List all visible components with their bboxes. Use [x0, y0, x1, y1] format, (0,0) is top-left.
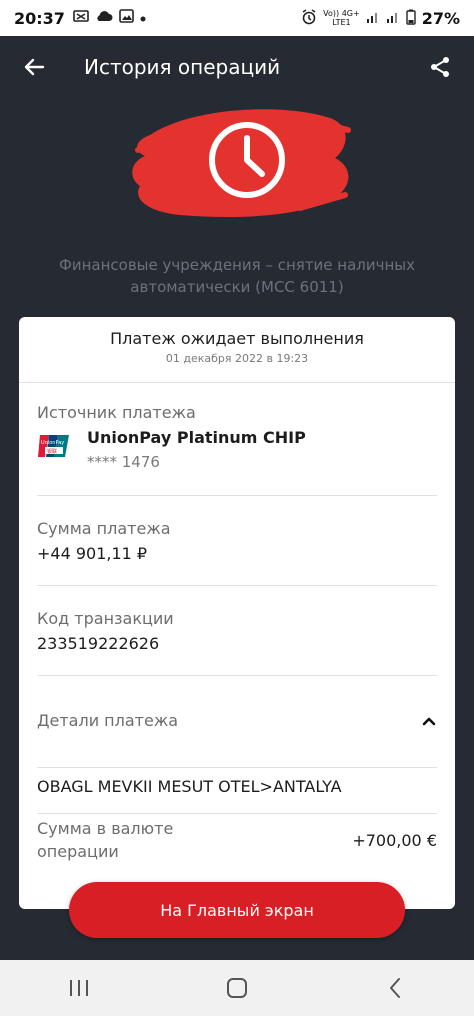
recent-apps-button[interactable]	[59, 968, 99, 1008]
divider	[37, 495, 437, 496]
transaction-label: Код транзакции	[37, 609, 174, 628]
share-button[interactable]	[426, 53, 454, 81]
app-header: История операций	[0, 36, 474, 98]
currency-section: Сумма в валюте операции +700,00 €	[37, 817, 437, 863]
svg-text:银联: 银联	[47, 448, 57, 455]
system-nav-bar	[0, 960, 474, 1016]
divider	[37, 813, 437, 814]
status-time: 20:37	[14, 8, 65, 28]
details-section: OBAGL MEVKII MESUT OTEL>ANTALYA	[37, 771, 437, 796]
details-toggle[interactable]: Детали платежа	[37, 711, 437, 730]
currency-label: Сумма в валюте операции	[37, 819, 174, 861]
status-bar: 20:37 Vo)) 4G+ LTE1 27%	[0, 0, 474, 36]
main-screen-button[interactable]: На Главный экран	[69, 882, 405, 938]
category-logo	[0, 90, 474, 240]
details-value: OBAGL MEVKII MESUT OTEL>ANTALYA	[37, 777, 342, 796]
divider	[37, 585, 437, 586]
network-label: Vo)) 4G+ LTE1	[323, 9, 360, 27]
source-label: Источник платежа	[37, 403, 196, 422]
amount-label: Сумма платежа	[37, 519, 171, 538]
signal-icon	[366, 10, 380, 27]
payment-status: Платеж ожидает выполнения	[110, 329, 364, 348]
payment-date: 01 декабря 2022 в 19:23	[165, 352, 309, 365]
chevron-up-icon	[422, 717, 436, 725]
dot-icon	[140, 11, 146, 26]
amount-value: +44 901,11 ₽	[37, 544, 148, 563]
card-header: Платеж ожидает выполнения 01 декабря 202…	[19, 317, 455, 383]
category-text: Финансовые учреждения – снятие наличных …	[58, 256, 416, 296]
network-bottom: LTE1	[332, 18, 351, 27]
unionpay-logo: UnionPay 银联	[38, 435, 69, 457]
back-button[interactable]	[20, 53, 48, 81]
divider	[37, 767, 437, 768]
details-label: Детали платежа	[37, 711, 179, 730]
battery-percent: 27%	[421, 8, 460, 28]
nav-back-icon	[390, 978, 400, 998]
back-arrow-icon	[24, 58, 45, 76]
signal-icon-2	[386, 10, 400, 27]
battery-icon	[406, 9, 416, 28]
notification-icon	[73, 9, 89, 27]
amount-section: Сумма платежа +44 901,11 ₽	[37, 519, 437, 563]
network-top: Vo)) 4G+	[323, 9, 360, 18]
cloud-icon	[95, 10, 113, 26]
nav-back-button[interactable]	[375, 968, 415, 1008]
status-icons-left	[73, 9, 146, 27]
alarm-icon	[301, 8, 317, 28]
gallery-icon	[119, 9, 134, 27]
svg-text:UnionPay: UnionPay	[41, 440, 64, 446]
status-icons-right: Vo)) 4G+ LTE1 27%	[301, 9, 460, 28]
divider	[37, 675, 437, 676]
recent-apps-icon	[70, 980, 88, 996]
page-title: История операций	[84, 55, 281, 79]
home-button[interactable]	[217, 968, 257, 1008]
source-section: Источник платежа UnionPay 银联 UnionPay Pl…	[37, 403, 437, 471]
source-card-name: UnionPay Platinum CHIP	[87, 428, 306, 447]
source-card-number: **** 1476	[87, 453, 160, 471]
transaction-value: 233519222626	[37, 634, 160, 653]
transaction-section: Код транзакции 233519222626	[37, 609, 437, 653]
share-icon	[431, 57, 449, 77]
currency-value: +700,00 €	[352, 830, 437, 850]
home-icon	[227, 978, 247, 998]
payment-details-card: Платеж ожидает выполнения 01 декабря 202…	[19, 317, 455, 909]
